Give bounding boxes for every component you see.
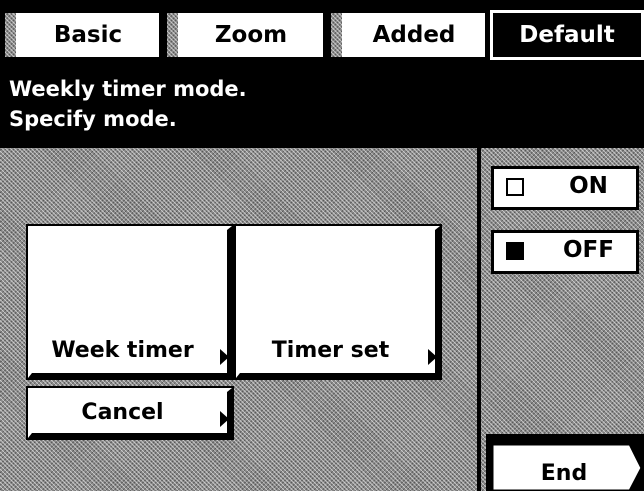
- copier-touch-panel: Basic Zoom Added Default Weekly timer mo…: [0, 0, 644, 491]
- tab-bevel: [5, 13, 16, 57]
- message-bar: Weekly timer mode. Specify mode.: [0, 67, 644, 144]
- empty-checkbox-icon: [506, 178, 524, 196]
- cancel-button[interactable]: Cancel: [26, 386, 234, 440]
- mode-on-label: ON: [569, 173, 608, 199]
- message-line-1: Weekly timer mode.: [9, 77, 247, 101]
- triangle-right-icon: [428, 349, 437, 365]
- mode-off-button[interactable]: OFF: [491, 230, 639, 274]
- mode-off-label: OFF: [563, 237, 614, 263]
- triangle-right-icon: [220, 411, 229, 427]
- timer-set-button[interactable]: Timer set: [234, 224, 442, 380]
- message-line-2: Specify mode.: [9, 107, 177, 131]
- tab-bevel: [331, 13, 342, 57]
- week-timer-label: Week timer: [51, 338, 194, 363]
- triangle-right-icon: [220, 349, 229, 365]
- tab-basic-label: Basic: [53, 22, 123, 48]
- tab-zoom[interactable]: Zoom: [164, 10, 326, 60]
- tab-added-label: Added: [372, 22, 456, 48]
- cancel-label: Cancel: [81, 400, 164, 425]
- tab-default-label: Default: [519, 22, 615, 48]
- timer-set-label: Timer set: [271, 338, 390, 363]
- tab-basic[interactable]: Basic: [2, 10, 162, 60]
- end-button[interactable]: End: [486, 434, 644, 491]
- tab-bevel: [167, 13, 178, 57]
- tab-added[interactable]: Added: [328, 10, 488, 60]
- end-label: End: [541, 461, 587, 486]
- week-timer-button[interactable]: Week timer: [26, 224, 234, 380]
- tab-zoom-label: Zoom: [214, 22, 288, 48]
- tab-default[interactable]: Default: [490, 10, 644, 60]
- filled-checkbox-icon: [506, 242, 524, 260]
- mode-on-button[interactable]: ON: [491, 166, 639, 210]
